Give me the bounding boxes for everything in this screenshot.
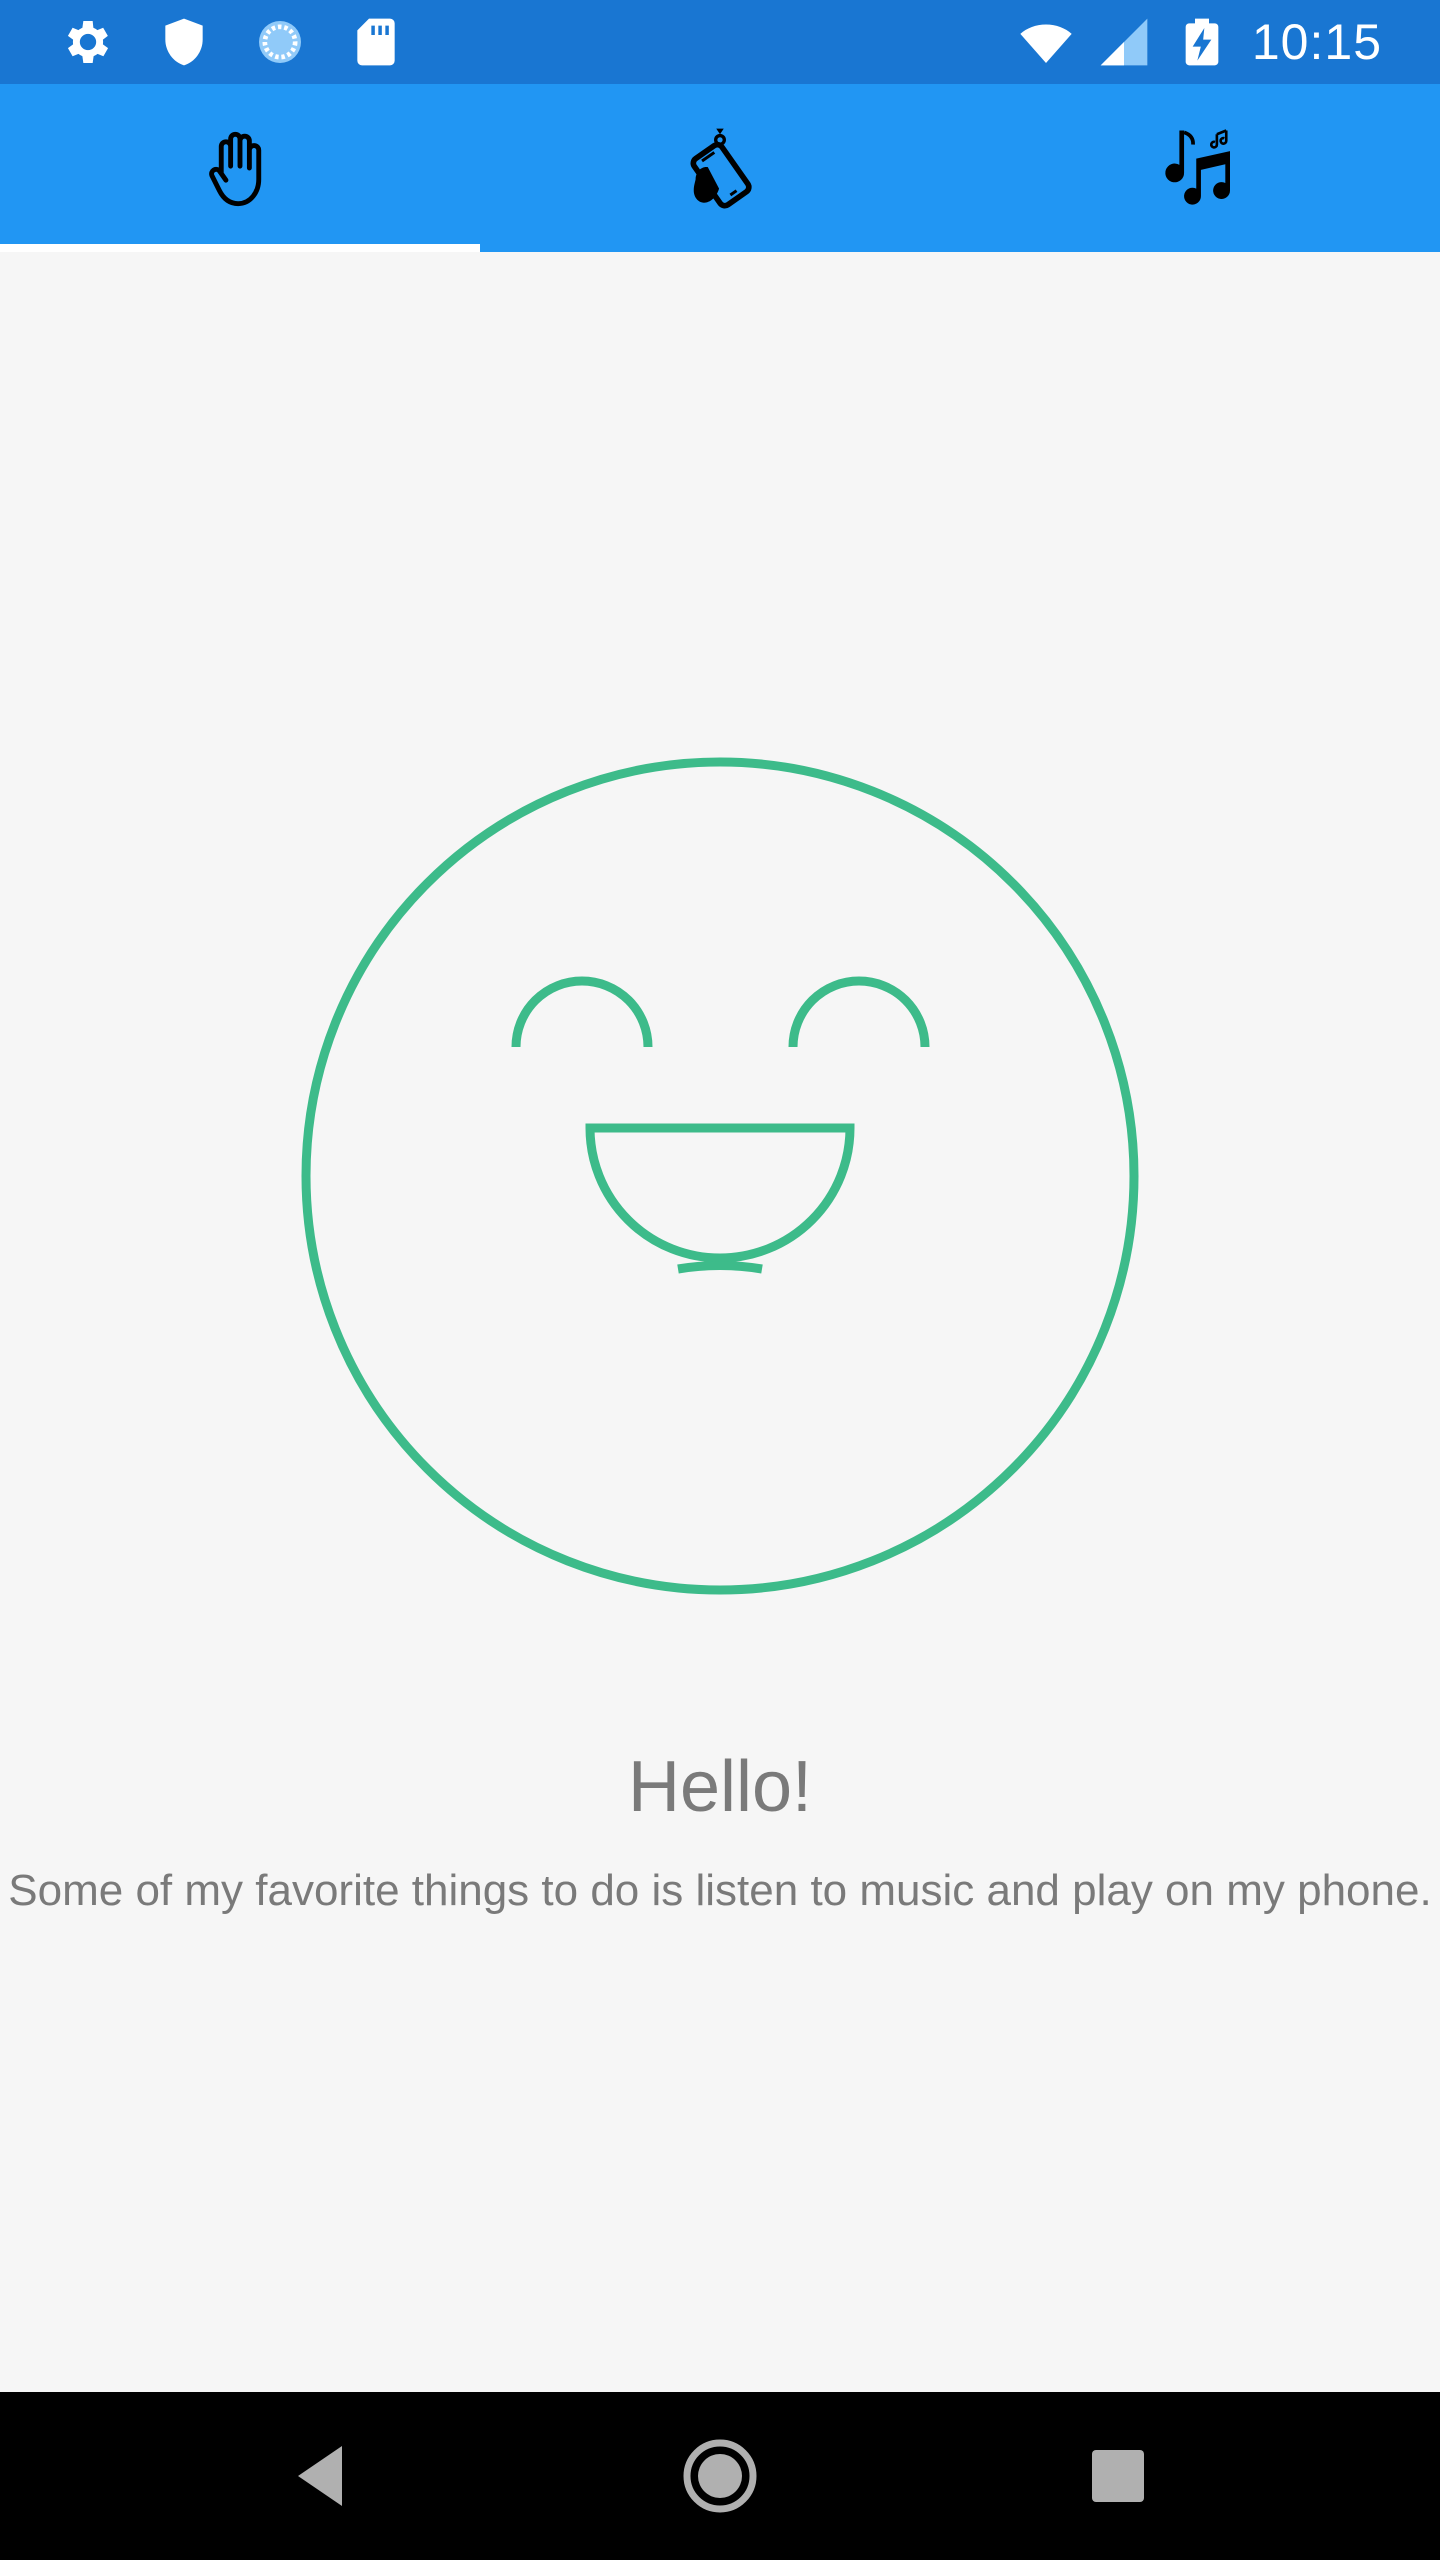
home-button[interactable] [680,2436,760,2516]
status-right-icons: 10:15 [1018,14,1382,70]
shield-icon [165,18,203,66]
tab-selected-indicator [0,244,480,252]
sync-icon [259,21,301,63]
gear-icon [67,21,109,63]
main-content: Hello! Some of my favorite things to do … [0,252,1440,2392]
status-time: 10:15 [1251,14,1382,70]
greeting-description: Some of my favorite things to do is list… [8,1866,1432,1915]
mouth [585,1123,855,1263]
hand-icon [209,131,262,207]
right-eye [788,976,930,1048]
cell-signal-icon [1100,18,1148,66]
recents-icon [1092,2450,1144,2502]
chin-line [677,1261,763,1274]
greeting-title: Hello! [627,1747,813,1827]
music-notes-icon [1165,129,1231,205]
tab-bar [0,84,1440,252]
system-nav-bar [0,2392,1440,2560]
smiley-face-illustration [301,757,1139,1595]
status-bar: 10:15 [0,0,1440,84]
face-outline [301,757,1139,1595]
tab-hand[interactable] [0,84,480,252]
left-eye [511,976,653,1048]
back-button[interactable] [282,2436,362,2516]
status-left-icons [60,14,404,70]
tab-shake[interactable] [480,84,960,252]
sd-card-icon [357,18,395,66]
battery-charging-icon [1185,18,1219,66]
wifi-icon [1020,24,1072,63]
shake-phone-icon [690,128,752,209]
recents-button[interactable] [1078,2436,1158,2516]
tab-music[interactable] [960,84,1440,252]
back-icon [298,2446,342,2506]
home-icon [683,2439,757,2513]
